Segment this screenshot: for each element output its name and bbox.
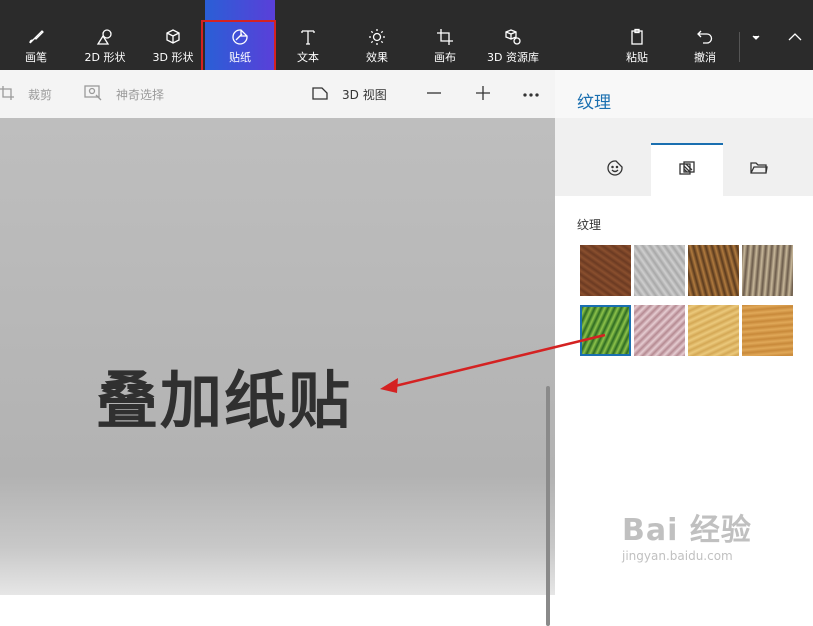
folder-icon: [750, 159, 768, 181]
texture-section-label: 纹理: [577, 218, 602, 232]
watermark-url: jingyan.baidu.com: [622, 549, 733, 563]
panel-title: 纹理: [577, 93, 611, 113]
vertical-scrollbar[interactable]: [546, 386, 550, 626]
tool-label: 贴纸: [229, 51, 251, 64]
tab-folder[interactable]: [723, 143, 795, 197]
top-toolbar: 画笔 2D 形状 3D 形状 贴纸 文本 效果 画布 3D 资源库 粘贴 撤消: [0, 0, 813, 70]
texture-swatch-wood-bark[interactable]: [580, 245, 631, 296]
tool-text[interactable]: 文本: [283, 0, 333, 70]
zoom-in-button[interactable]: [475, 70, 491, 118]
watermark-brand: Bai 经验: [622, 513, 752, 548]
canvas-crop-icon: [436, 26, 454, 48]
paste-label: 粘贴: [626, 51, 648, 64]
tool-label: 3D 资源库: [487, 51, 539, 64]
clipboard-icon: [628, 26, 646, 48]
texture-swatch-hair-brown[interactable]: [688, 245, 739, 296]
view-3d-label: 3D 视图: [342, 87, 387, 102]
tool-2d-shapes[interactable]: 2D 形状: [78, 0, 132, 70]
tool-label: 效果: [366, 51, 388, 64]
secondary-toolbar: 裁剪 神奇选择 3D 视图: [0, 70, 555, 118]
more-dots-icon: [522, 87, 540, 101]
texture-swatch-wood-light[interactable]: [742, 305, 793, 356]
tool-stickers[interactable]: 贴纸: [205, 0, 275, 70]
undo-button[interactable]: 撤消: [682, 0, 728, 70]
drawing-canvas[interactable]: 叠加纸贴: [0, 118, 555, 626]
tool-effects[interactable]: 效果: [352, 0, 402, 70]
brush-icon: [27, 26, 45, 48]
effects-sun-icon: [368, 26, 386, 48]
history-dropdown-button[interactable]: [745, 0, 767, 70]
crop-button[interactable]: 裁剪: [0, 70, 52, 118]
plus-icon: [475, 85, 491, 104]
tool-canvas[interactable]: 画布: [420, 0, 470, 70]
toolbar-divider: [739, 32, 740, 62]
collapse-toolbar-button[interactable]: [782, 0, 808, 70]
minus-icon: [426, 85, 442, 104]
watermark: Bai 经验 jingyan.baidu.com: [622, 505, 752, 563]
undo-icon: [696, 26, 714, 48]
magic-select-button[interactable]: 神奇选择: [84, 70, 164, 118]
shapes-2d-icon: [96, 26, 114, 48]
tool-label: 3D 形状: [152, 51, 194, 64]
texture-swatch-granite-gray[interactable]: [634, 245, 685, 296]
texture-swatch-pebbles[interactable]: [742, 245, 793, 296]
texture-icon: [678, 160, 696, 182]
magic-select-icon: [84, 84, 102, 104]
undo-label: 撤消: [694, 51, 716, 64]
tool-label: 2D 形状: [84, 51, 126, 64]
tool-label: 文本: [297, 51, 319, 64]
cube-icon: [164, 26, 182, 48]
view-3d-button[interactable]: 3D 视图: [312, 70, 387, 118]
crop-icon: [0, 85, 14, 103]
view-3d-icon: [312, 85, 328, 104]
tool-label: 画笔: [25, 51, 47, 64]
tool-label: 画布: [434, 51, 456, 64]
tool-3d-shapes[interactable]: 3D 形状: [146, 0, 200, 70]
canvas-text[interactable]: 叠加纸贴: [96, 350, 352, 440]
chevron-down-icon: [751, 26, 761, 48]
library-3d-icon: [504, 26, 522, 48]
sticker-face-icon: [606, 159, 624, 181]
tab-textures[interactable]: [651, 143, 723, 196]
chevron-up-icon: [787, 26, 803, 48]
sticker-icon: [231, 26, 249, 48]
magic-select-label: 神奇选择: [116, 87, 165, 102]
tab-stickers[interactable]: [579, 143, 651, 197]
paste-button[interactable]: 粘贴: [614, 0, 660, 70]
tool-3d-library[interactable]: 3D 资源库: [482, 0, 544, 70]
zoom-out-button[interactable]: [426, 70, 442, 118]
texture-swatch-marble-pink[interactable]: [634, 305, 685, 356]
tool-brush[interactable]: 画笔: [12, 0, 60, 70]
texture-swatch-leaves-green[interactable]: [580, 305, 631, 356]
more-options-button[interactable]: [522, 70, 540, 118]
text-icon: [299, 26, 317, 48]
texture-swatch-sand[interactable]: [688, 305, 739, 356]
crop-label: 裁剪: [28, 87, 53, 102]
